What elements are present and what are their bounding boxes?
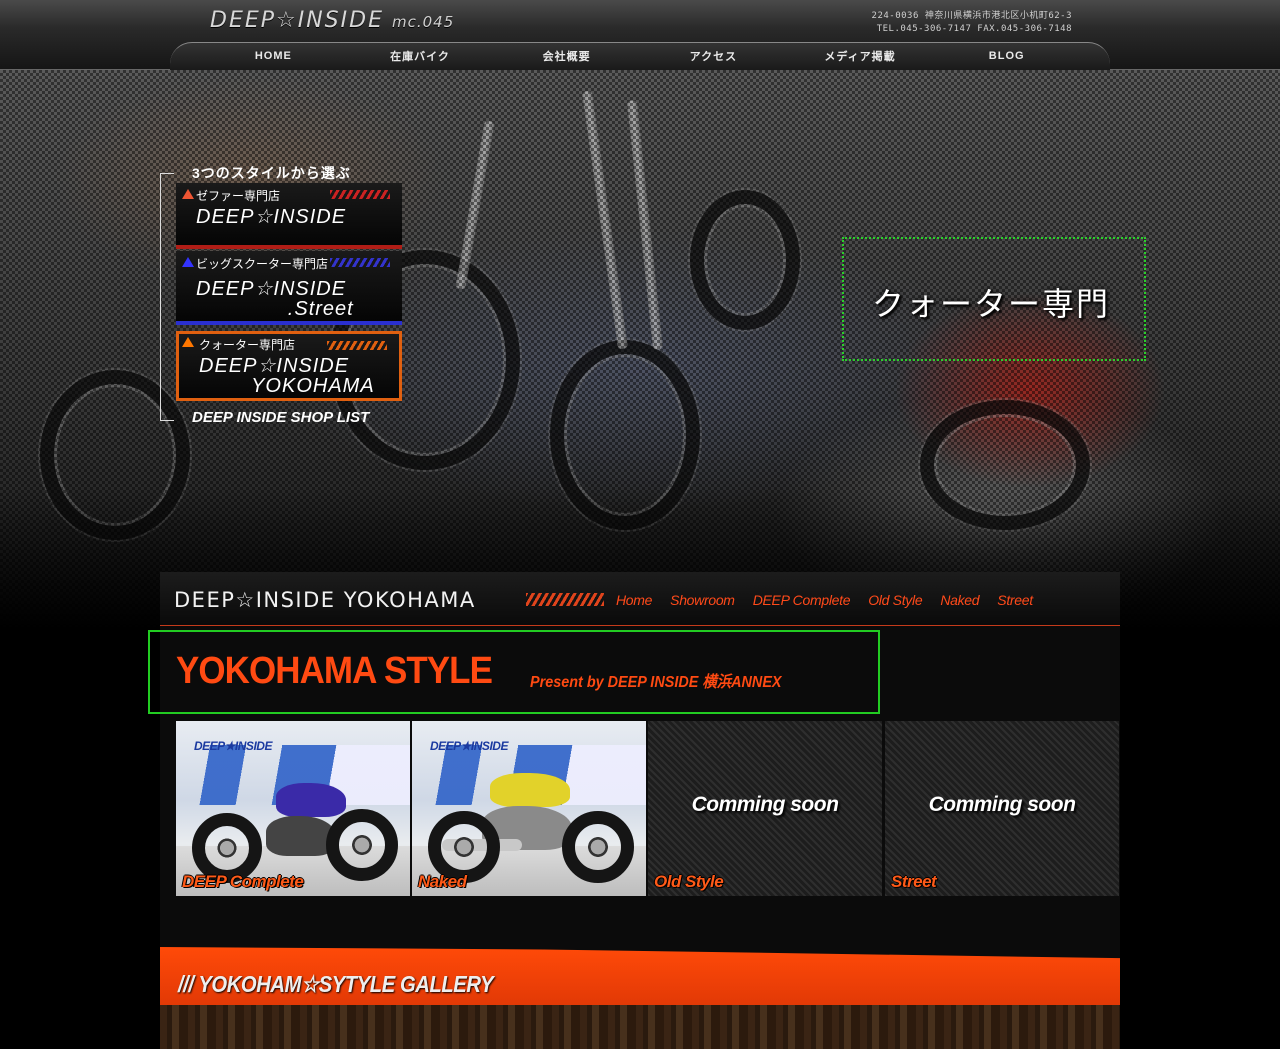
sub-nav-home[interactable]: Home xyxy=(616,592,652,608)
panel-frame xyxy=(160,173,174,421)
sub-nav-links: Home Showroom DEEP Complete Old Style Na… xyxy=(616,592,1051,608)
tile-deep-complete[interactable]: DEEP★INSIDE DEEP Complete xyxy=(176,721,410,896)
gallery-title: /// YOKOHAM☆SYTYLE GALLERY xyxy=(178,971,494,997)
triangle-icon xyxy=(182,337,194,347)
main-nav: HOME 在庫バイク 会社概要 アクセス メディア掲載 BLOG xyxy=(170,42,1110,70)
stripe-decor xyxy=(327,341,387,350)
site-logo[interactable]: DEEP☆INSIDE mc.045 xyxy=(210,8,454,33)
tile-old-style[interactable]: Comming soon Old Style xyxy=(648,721,882,896)
stripe-decor xyxy=(330,190,390,199)
address-line: 224-0036 神奈川県横浜市港北区小机町62-3 xyxy=(871,11,1072,21)
hero-tag-text: クォーター専門 xyxy=(872,285,1111,323)
tile-logo-text: DEEP★INSIDE xyxy=(194,739,272,753)
hero-tag-box: クォーター専門 xyxy=(842,237,1146,361)
yokohama-style-header: YOKOHAMA STYLE Present by DEEP INSIDE 横浜… xyxy=(148,630,880,714)
tile-caption: Old Style xyxy=(654,872,724,891)
shop-card-name: DEEP☆INSIDE YOKOHAMA xyxy=(199,355,375,397)
sub-nav: DEEP☆INSIDE YOKOHAMA Home Showroom DEEP … xyxy=(160,572,1120,626)
nav-company[interactable]: 会社概要 xyxy=(493,48,640,64)
site-header: DEEP☆INSIDE mc.045 224-0036 神奈川県横浜市港北区小机町… xyxy=(0,0,1280,70)
shop-card-sub: クォーター専門店 xyxy=(199,338,296,352)
shop-card-name: DEEP☆INSIDE .Street xyxy=(196,278,354,320)
coming-soon-label: Comming soon xyxy=(928,793,1076,816)
shop-card-street[interactable]: ビッグスクーター専門店 DEEP☆INSIDE .Street xyxy=(176,251,402,325)
section-title: YOKOHAMA STYLE xyxy=(176,650,493,692)
sub-nav-deep-complete[interactable]: DEEP Complete xyxy=(753,592,851,608)
hatch-decor xyxy=(526,593,604,606)
shop-card-zephyr[interactable]: ゼファー専門店 DEEP☆INSIDE xyxy=(176,183,402,249)
nav-home[interactable]: HOME xyxy=(200,50,347,62)
nav-stock-bikes[interactable]: 在庫バイク xyxy=(347,48,494,64)
gallery-wood-background xyxy=(160,1005,1120,1049)
logo-text: DEEP☆INSIDE xyxy=(210,8,384,33)
gallery-header: /// YOKOHAM☆SYTYLE GALLERY xyxy=(160,947,1120,1009)
category-tiles: DEEP★INSIDE DEEP Complete DEEP★INSIDE Na… xyxy=(176,721,1120,896)
logo-subtext: mc.045 xyxy=(391,13,455,31)
bike-tank xyxy=(490,773,570,807)
shop-card-name: DEEP☆INSIDE xyxy=(196,206,347,228)
bike-front-wheel xyxy=(326,809,398,881)
panel-heading: 3つのスタイルから選ぶ xyxy=(192,165,351,181)
tile-caption: DEEP Complete xyxy=(182,872,304,891)
tile-street[interactable]: Comming soon Street xyxy=(885,721,1119,896)
sub-nav-street[interactable]: Street xyxy=(997,592,1033,608)
main-content: DEEP☆INSIDE YOKOHAMA Home Showroom DEEP … xyxy=(148,572,1120,1049)
sub-nav-showroom[interactable]: Showroom xyxy=(670,592,735,608)
style-selector-panel: 3つのスタイルから選ぶ ゼファー専門店 DEEP☆INSIDE ビッグスクーター… xyxy=(160,165,410,426)
bike-tank xyxy=(276,783,346,817)
sub-nav-old-style[interactable]: Old Style xyxy=(868,592,922,608)
tile-caption: Naked xyxy=(418,872,467,891)
triangle-icon xyxy=(182,189,194,199)
section-subtitle: Present by DEEP INSIDE 横浜ANNEX xyxy=(530,674,782,691)
sub-nav-naked[interactable]: Naked xyxy=(940,592,979,608)
shop-address: 224-0036 神奈川県横浜市港北区小机町62-3 TEL.045-306-7… xyxy=(872,10,1072,36)
tile-naked[interactable]: DEEP★INSIDE Naked xyxy=(412,721,646,896)
nav-media[interactable]: メディア掲載 xyxy=(787,48,934,64)
coming-soon-label: Comming soon xyxy=(691,793,839,816)
phone-fax-line: TEL.045-306-7147 FAX.045-306-7148 xyxy=(876,24,1072,34)
nav-access[interactable]: アクセス xyxy=(640,48,787,64)
shop-list-link[interactable]: DEEP INSIDE SHOP LIST xyxy=(192,409,369,426)
tile-logo-text: DEEP★INSIDE xyxy=(430,739,508,753)
sub-nav-brand[interactable]: DEEP☆INSIDE YOKOHAMA xyxy=(174,588,476,612)
shop-card-sub: ゼファー専門店 xyxy=(196,189,281,203)
nav-blog[interactable]: BLOG xyxy=(933,50,1080,62)
triangle-icon xyxy=(182,257,194,267)
bike-front-wheel xyxy=(562,811,634,883)
shop-card-yokohama[interactable]: クォーター専門店 DEEP☆INSIDE YOKOHAMA xyxy=(176,331,402,401)
shop-card-sub: ビッグスクーター専門店 xyxy=(196,257,329,271)
stripe-decor xyxy=(330,258,390,267)
tile-caption: Street xyxy=(891,872,937,891)
